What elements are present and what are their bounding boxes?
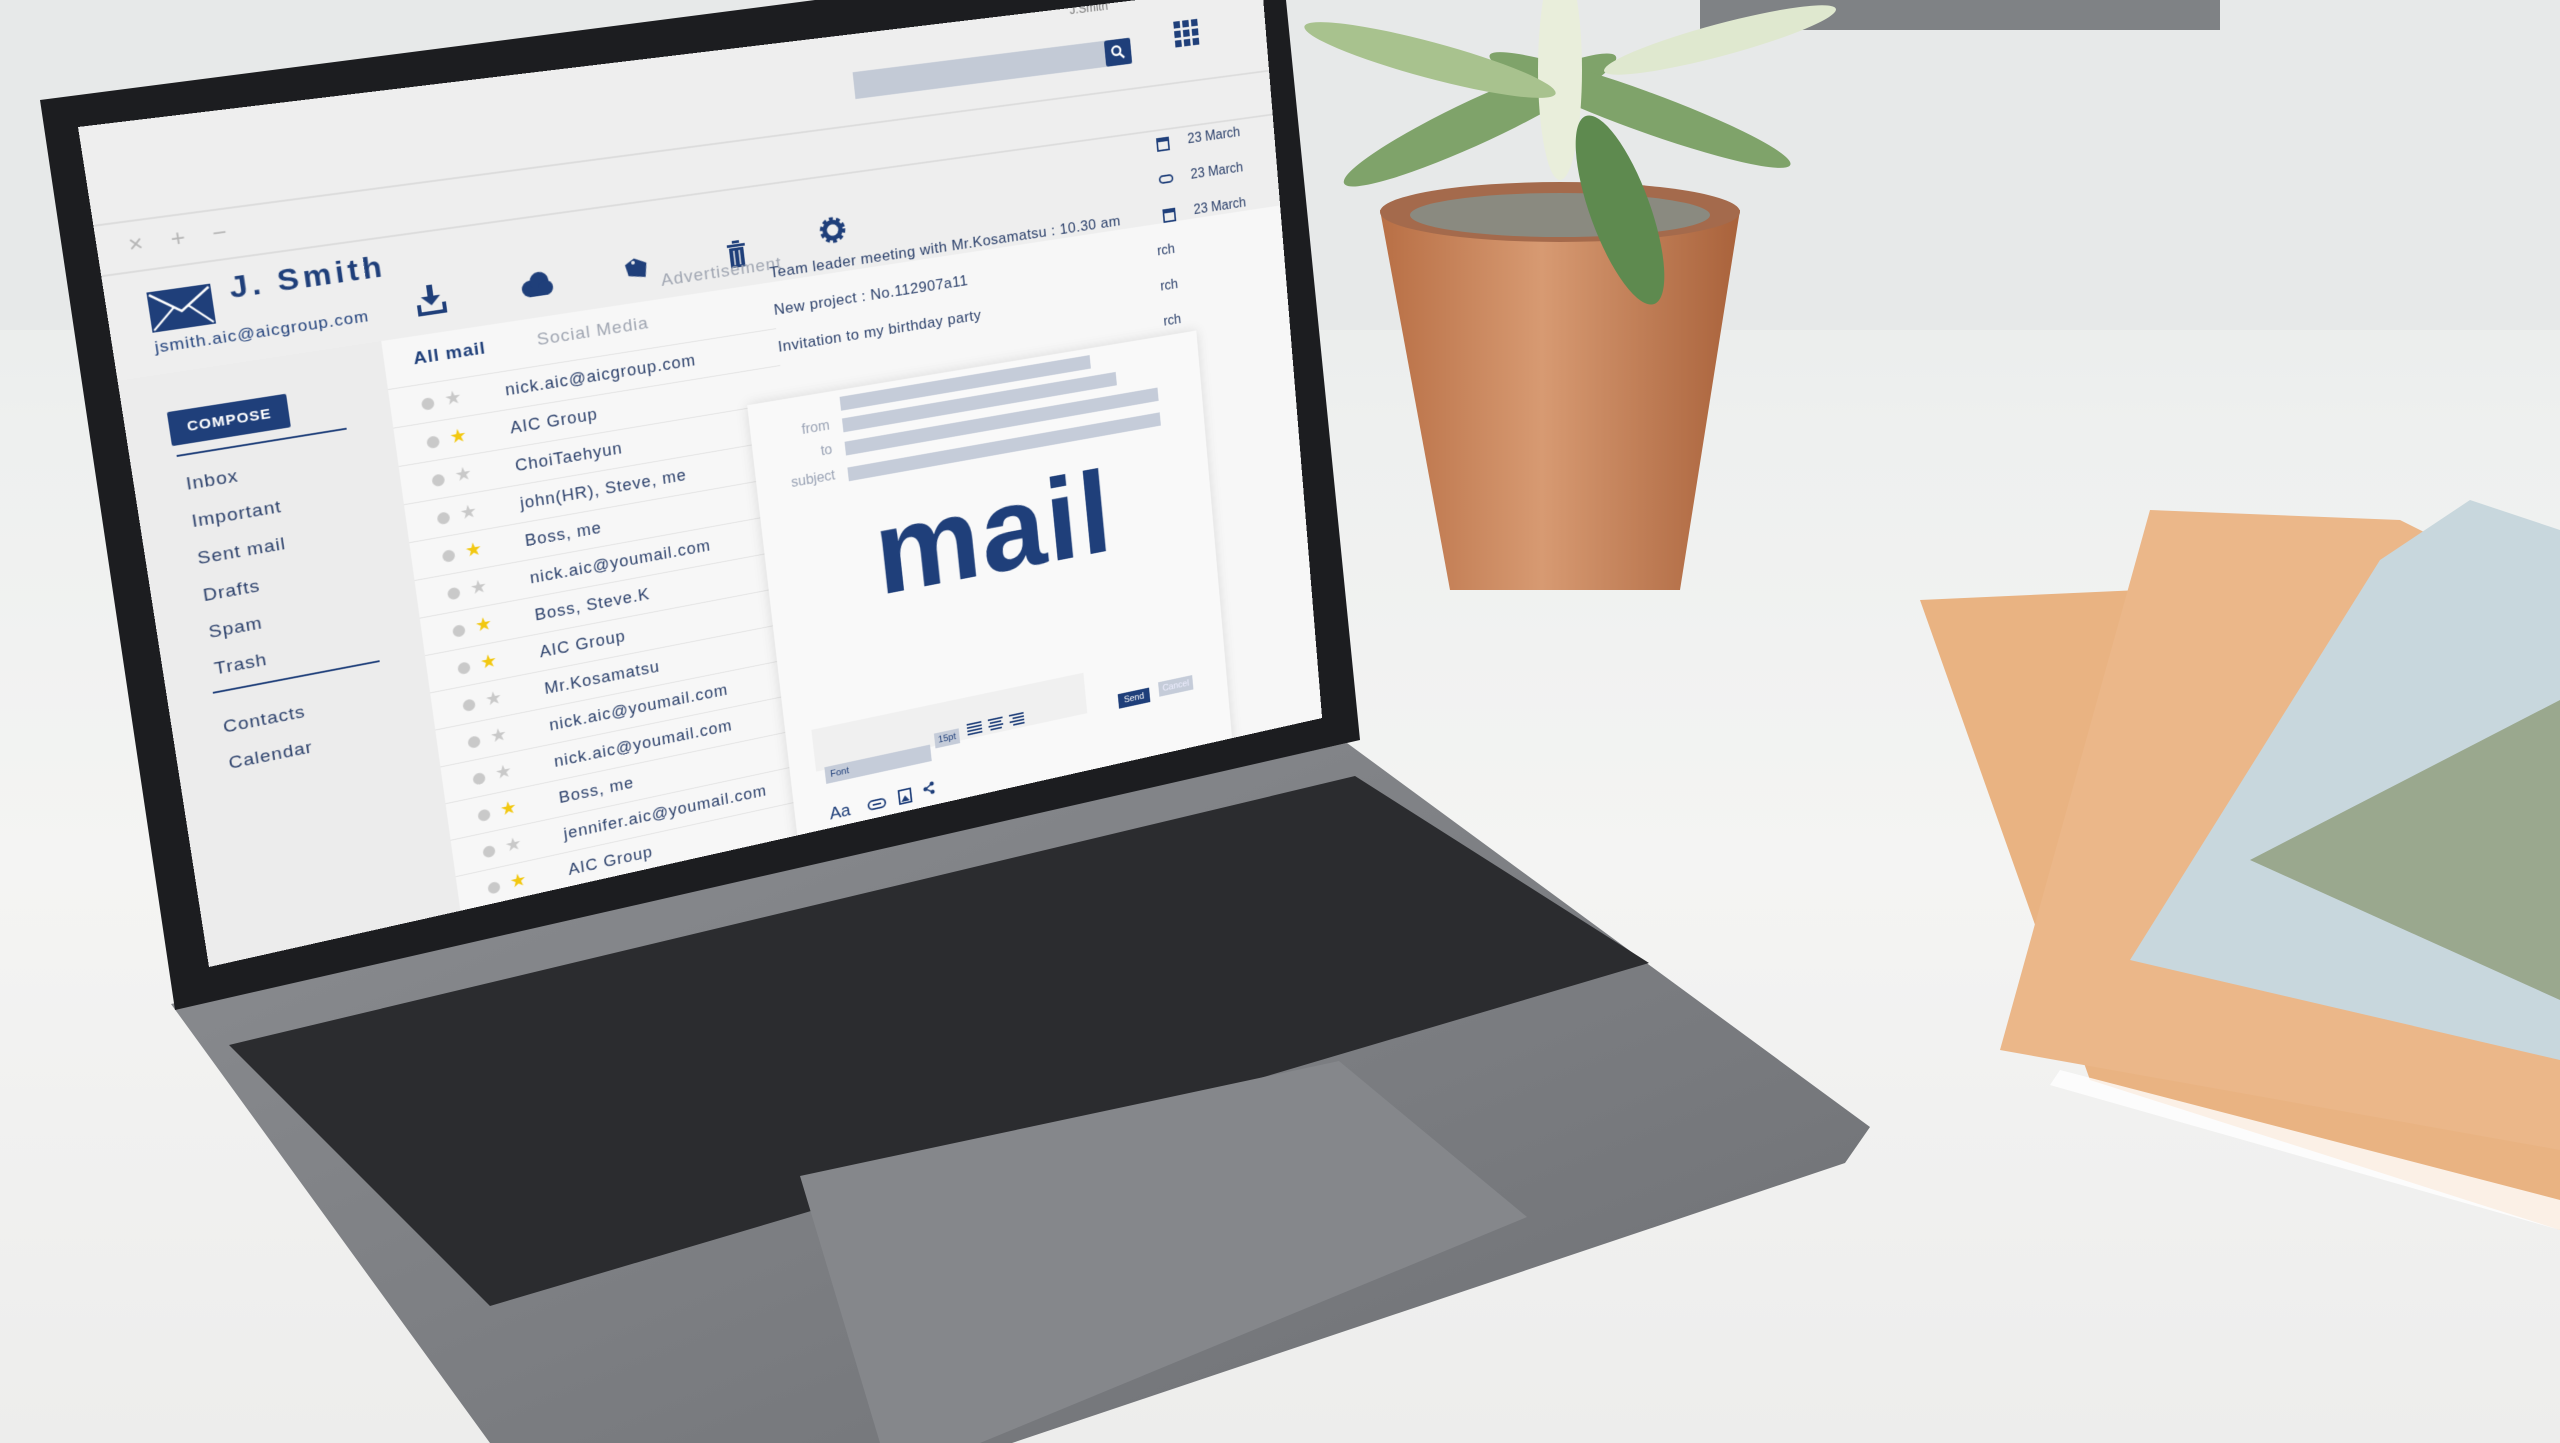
- format-bar: [811, 672, 1088, 772]
- sidebar-item-important[interactable]: Important: [190, 497, 283, 533]
- email-date: rch: [1159, 277, 1179, 295]
- star-icon[interactable]: ★: [499, 796, 518, 821]
- sidebar-item-sent-mail[interactable]: Sent mail: [196, 534, 287, 570]
- send-button[interactable]: Send: [1117, 687, 1151, 709]
- star-icon[interactable]: ★: [479, 649, 499, 674]
- email-sender: Boss, me: [523, 518, 603, 550]
- tab-social-media[interactable]: Social Media: [536, 314, 650, 351]
- from-label: from: [801, 418, 831, 438]
- unread-dot[interactable]: [482, 844, 496, 859]
- subject-label: subject: [790, 468, 836, 491]
- user-name: J. Smith: [226, 248, 388, 305]
- tag-icon[interactable]: [619, 251, 656, 288]
- star-icon[interactable]: ★: [474, 612, 494, 637]
- window-controls[interactable]: × + −: [127, 218, 239, 260]
- text-style-button[interactable]: Aa: [829, 801, 852, 825]
- star-icon[interactable]: ★: [469, 575, 489, 600]
- unread-dot[interactable]: [420, 396, 435, 411]
- email-date: rch: [1156, 241, 1176, 259]
- unread-dot[interactable]: [467, 735, 481, 749]
- tab-all-mail[interactable]: All mail: [412, 339, 487, 370]
- email-sender: AIC Group: [509, 404, 599, 438]
- sidebar-item-trash[interactable]: Trash: [213, 650, 269, 680]
- sidebar-item-drafts[interactable]: Drafts: [202, 576, 262, 606]
- pot-soil: [1410, 193, 1710, 237]
- unread-dot[interactable]: [462, 698, 476, 713]
- calendar-icon: [1155, 135, 1171, 152]
- star-icon[interactable]: ★: [453, 461, 473, 486]
- unread-dot[interactable]: [457, 661, 471, 676]
- search-icon: [1110, 44, 1126, 61]
- email-date: 23 March: [1193, 195, 1247, 218]
- email-date: 23 March: [1186, 125, 1241, 147]
- image-icon[interactable]: [898, 787, 913, 805]
- folders: [1920, 500, 2560, 1230]
- unread-dot[interactable]: [477, 808, 491, 823]
- unread-dot[interactable]: [452, 624, 466, 638]
- star-icon[interactable]: ★: [508, 868, 528, 893]
- to-label: to: [819, 442, 834, 459]
- unread-dot[interactable]: [426, 435, 441, 450]
- attachment-icon: [1158, 170, 1174, 187]
- star-icon[interactable]: ★: [458, 499, 479, 524]
- envelope-icon: [146, 283, 217, 333]
- search-input[interactable]: [852, 37, 1133, 100]
- gear-icon[interactable]: [815, 212, 850, 248]
- sidebar-item-inbox[interactable]: Inbox: [185, 466, 240, 495]
- sidebar-item-contacts[interactable]: Contacts: [222, 702, 307, 738]
- unread-dot[interactable]: [436, 511, 451, 526]
- unread-dot[interactable]: [441, 549, 456, 563]
- calendar-icon: [1161, 206, 1177, 223]
- search-button[interactable]: [1103, 37, 1133, 67]
- star-icon[interactable]: ★: [494, 759, 514, 784]
- sidebar-item-spam[interactable]: Spam: [207, 614, 264, 644]
- download-icon[interactable]: [411, 281, 450, 319]
- email-date: rch: [1162, 312, 1182, 330]
- unread-dot[interactable]: [431, 473, 446, 488]
- compose-button[interactable]: COMPOSE: [166, 393, 291, 447]
- share-icon[interactable]: [922, 781, 935, 797]
- star-icon[interactable]: ★: [448, 423, 468, 448]
- star-icon[interactable]: ★: [443, 385, 463, 411]
- cloud-icon[interactable]: [517, 265, 555, 303]
- unread-dot[interactable]: [487, 880, 501, 895]
- star-icon[interactable]: ★: [489, 723, 509, 748]
- unread-dot[interactable]: [446, 586, 461, 601]
- unread-dot[interactable]: [472, 771, 486, 786]
- grid-icon[interactable]: [1173, 18, 1200, 48]
- paperclip-icon[interactable]: [867, 796, 887, 812]
- star-icon[interactable]: ★: [464, 537, 484, 562]
- plant-pot: [1380, 210, 1740, 590]
- star-icon[interactable]: ★: [484, 686, 504, 711]
- sidebar-item-calendar[interactable]: Calendar: [227, 738, 314, 774]
- star-icon[interactable]: ★: [504, 832, 523, 857]
- cancel-button[interactable]: Cancel: [1158, 675, 1194, 697]
- email-date: 23 March: [1190, 160, 1244, 183]
